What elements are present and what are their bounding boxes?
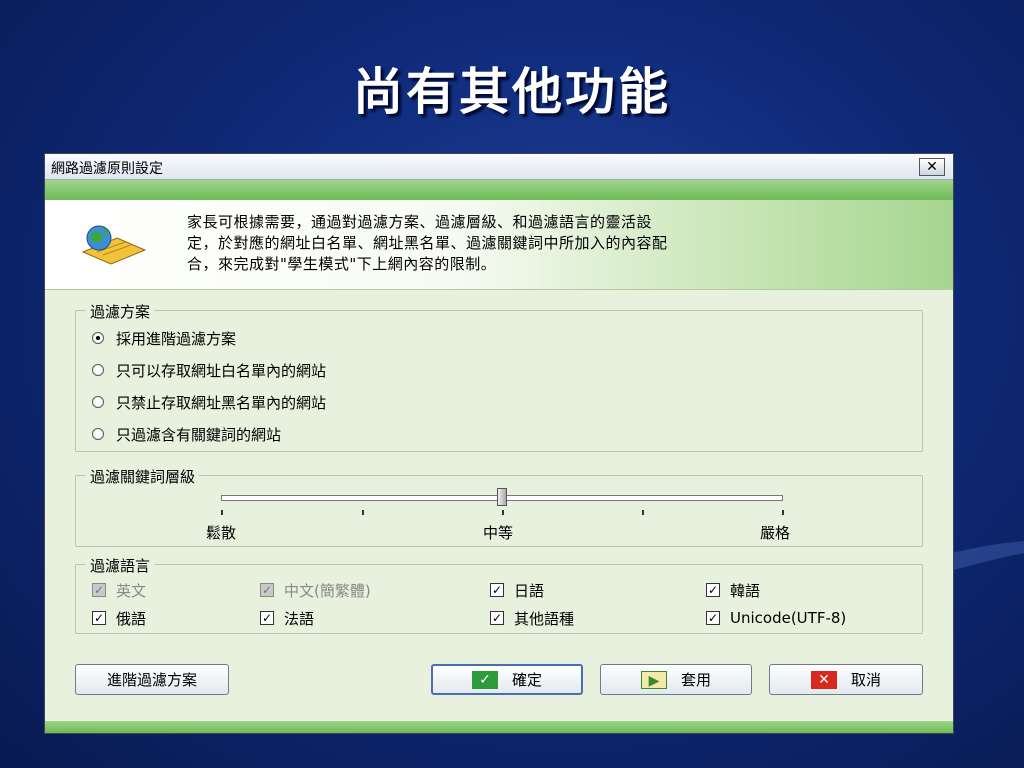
checkbox-japanese[interactable]: ✓ 日語: [490, 579, 544, 601]
radio-blacklist-only[interactable]: 只禁止存取網址黑名單內的網站: [92, 391, 326, 413]
filter-policy-dialog: 網路過濾原則設定 ✕ 家長可根據需要，通過對過濾方案、過濾層級、和過濾語言的靈活…: [44, 153, 954, 734]
radio-label: 只可以存取網址白名單內的網站: [116, 361, 327, 380]
dialog-title: 網路過濾原則設定: [51, 161, 163, 177]
ok-button[interactable]: ✓ 確定: [431, 664, 583, 695]
slide-title: 尚有其他功能: [353, 62, 671, 121]
slider-tick: [221, 510, 223, 515]
radio-button[interactable]: [92, 396, 104, 408]
filter-scheme-group: 過濾方案 採用進階過濾方案 只可以存取網址白名單內的網站 只禁止存取網址黑名單內…: [75, 301, 923, 452]
radio-button[interactable]: [92, 428, 104, 440]
header-line-1: 家長可根據需要，通過對過濾方案、過濾層級、和過濾語言的靈活設: [187, 213, 653, 231]
apply-button[interactable]: ▶ 套用: [600, 664, 752, 695]
radio-label: 採用進階過濾方案: [116, 329, 237, 348]
checkbox-label: 中文(簡繁體): [284, 581, 371, 600]
header-line-2: 定，於對應的網址白名單、網址黑名單、過濾關鍵詞中所加入的內容配: [187, 234, 668, 252]
cancel-label: 取消: [850, 671, 881, 689]
dialog-header: 家長可根據需要，通過對過濾方案、過濾層級、和過濾語言的靈活設 定，於對應的網址白…: [45, 200, 953, 290]
checkbox-label: 英文: [116, 581, 147, 600]
radio-label: 只禁止存取網址黑名單內的網站: [116, 393, 327, 412]
checkbox-chinese[interactable]: ✓ 中文(簡繁體): [260, 579, 371, 601]
advanced-scheme-label: 進階過濾方案: [106, 671, 197, 689]
checkbox-box[interactable]: ✓: [706, 611, 720, 625]
slider-tick: [502, 510, 504, 515]
checkbox-box[interactable]: ✓: [706, 583, 720, 597]
filter-language-legend: 過濾語言: [86, 555, 155, 576]
level-label-loose: 鬆散: [206, 524, 237, 542]
ok-label: 確定: [511, 671, 542, 689]
header-description: 家長可根據需要，通過對過濾方案、過濾層級、和過濾語言的靈活設 定，於對應的網址白…: [187, 212, 927, 275]
checkbox-label: 日語: [514, 581, 545, 600]
level-label-medium: 中等: [483, 524, 514, 542]
radio-whitelist-only[interactable]: 只可以存取網址白名單內的網站: [92, 359, 326, 381]
keyword-level-legend: 過濾關鍵詞層級: [86, 466, 200, 487]
level-label-strict: 嚴格: [760, 524, 791, 542]
header-line-3: 合，來完成對"學生模式"下上網內容的限制。: [187, 255, 497, 273]
keyword-level-group: 過濾關鍵詞層級 鬆散 中等 嚴格: [75, 466, 923, 547]
checkbox-box[interactable]: ✓: [92, 583, 106, 597]
footer-green-strip: [45, 721, 953, 733]
dialog-titlebar: 網路過濾原則設定 ✕: [45, 154, 953, 180]
radio-advanced-scheme[interactable]: 採用進階過濾方案: [92, 327, 236, 349]
checkbox-box[interactable]: ✓: [490, 583, 504, 597]
slider-tick: [782, 510, 784, 515]
filter-language-group: 過濾語言 ✓ 英文 ✓ 中文(簡繁體) ✓ 日語 ✓ 韓語 ✓ 俄語 ✓ 法語 …: [75, 555, 923, 634]
cancel-button[interactable]: ✕ 取消: [769, 664, 923, 695]
checkbox-label: 韓語: [730, 581, 761, 600]
checkbox-french[interactable]: ✓ 法語: [260, 607, 314, 629]
checkbox-box[interactable]: ✓: [260, 611, 274, 625]
checkbox-other-languages[interactable]: ✓ 其他語種: [490, 607, 574, 629]
checkbox-english[interactable]: ✓ 英文: [92, 579, 146, 601]
close-button[interactable]: ✕: [919, 158, 945, 176]
close-icon: ✕: [926, 159, 938, 175]
checkbox-label: 其他語種: [514, 609, 575, 628]
globe-document-icon: [81, 225, 147, 265]
checkbox-box[interactable]: ✓: [92, 611, 106, 625]
radio-button[interactable]: [92, 332, 104, 344]
checkbox-label: Unicode(UTF-8): [730, 609, 847, 627]
checkbox-box[interactable]: ✓: [260, 583, 274, 597]
radio-button[interactable]: [92, 364, 104, 376]
slider-tick: [642, 510, 644, 515]
checkbox-label: 俄語: [116, 609, 147, 628]
checkbox-korean[interactable]: ✓ 韓語: [706, 579, 760, 601]
radio-keyword-only[interactable]: 只過濾含有關鍵詞的網站: [92, 423, 281, 445]
header-green-strip: [45, 180, 953, 200]
checkbox-unicode[interactable]: ✓ Unicode(UTF-8): [706, 607, 846, 629]
check-icon: ✓: [471, 670, 498, 689]
filter-scheme-legend: 過濾方案: [86, 301, 155, 322]
checkbox-russian[interactable]: ✓ 俄語: [92, 607, 146, 629]
checkbox-box[interactable]: ✓: [490, 611, 504, 625]
slider-tick: [362, 510, 364, 515]
cancel-x-icon: ✕: [810, 670, 837, 689]
apply-label: 套用: [680, 671, 711, 689]
checkbox-label: 法語: [284, 609, 315, 628]
radio-label: 只過濾含有關鍵詞的網站: [116, 425, 282, 444]
apply-icon: ▶: [640, 670, 667, 689]
advanced-scheme-button[interactable]: 進階過濾方案: [75, 664, 229, 695]
slider-thumb[interactable]: [497, 488, 507, 506]
